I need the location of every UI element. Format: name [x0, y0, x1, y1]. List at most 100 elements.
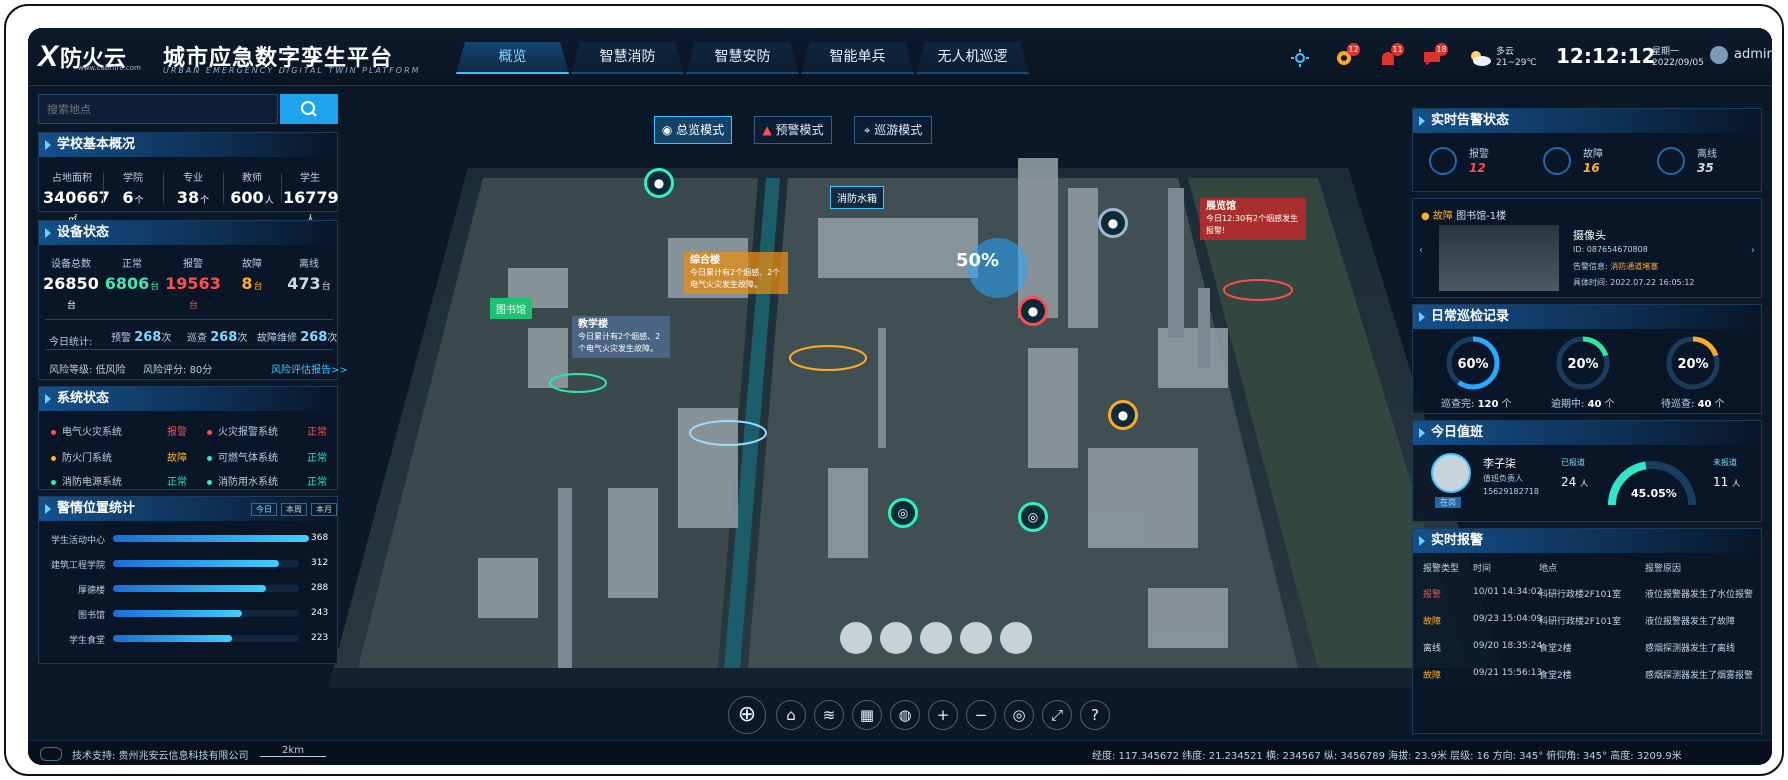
coordinates: 经度: 117.345672 纬度: 21.234521 横: 234567 纵…: [1092, 751, 1682, 762]
location-pin-icon: ⌖: [863, 123, 871, 137]
alarm-light-icon: ▲: [762, 123, 772, 137]
platform-title-en: URBAN EMERGENCY DIGITAL TWIN PLATFORM: [163, 66, 421, 75]
globe-icon[interactable]: ◍: [890, 700, 920, 730]
earth-icon[interactable]: ◎: [1004, 700, 1034, 730]
device-fault: 故障 8台: [241, 259, 263, 293]
nav-smart-fire[interactable]: 智慧消防: [571, 42, 684, 74]
nav-smart-soldier[interactable]: 智能单兵: [801, 42, 914, 74]
help-icon[interactable]: ?: [1080, 700, 1110, 730]
zoom-in-icon[interactable]: +: [928, 700, 958, 730]
exhibition-hall-card[interactable]: 展览馆今日12:30有2个烟感发生报警!: [1200, 198, 1306, 240]
mode-tour-button[interactable]: ⌖ 巡游模式: [854, 116, 932, 144]
duty-percent: 45.05%: [1631, 487, 1677, 500]
stat-teacher: 教师 600人: [225, 169, 279, 207]
bar-track: [113, 535, 309, 542]
tab-week[interactable]: 本周: [281, 503, 307, 516]
inspection-done: 巡查完: 120 个: [1441, 399, 1512, 410]
date: 2022/09/05: [1652, 58, 1704, 68]
bar-value: 368: [311, 533, 329, 543]
ring-percent: 20%: [1567, 357, 1598, 372]
alarm-cell-reason: 液位报警器发生了故障: [1645, 617, 1736, 627]
duty-name: 李子柒: [1483, 457, 1516, 470]
stat-value: 38: [176, 188, 200, 207]
compass-icon[interactable]: ⊕: [728, 696, 766, 734]
col-type: 报警类型: [1423, 564, 1460, 574]
eye-icon: ◉: [661, 123, 673, 137]
arrived-count: 24 人: [1561, 475, 1589, 489]
bar-value: 288: [311, 583, 329, 593]
water-tank-label[interactable]: 消防水箱: [830, 186, 884, 209]
nav-drone-patrol[interactable]: 无人机巡逻: [916, 42, 1029, 74]
system-item: 消防电源系统: [51, 473, 122, 488]
sun-settings-icon[interactable]: [1290, 48, 1310, 68]
nav-overview[interactable]: 概览: [456, 42, 569, 74]
zoom-out-icon[interactable]: −: [966, 700, 996, 730]
system-item: 火灾报警系统: [207, 423, 278, 438]
mode-warning-button[interactable]: ▲ 预警模式: [754, 116, 832, 144]
stat-unit: 人: [264, 196, 274, 206]
top-header: X 防火云 www.cabrfire.com 城市应急数字孪生平台 URBAN …: [28, 28, 1772, 86]
tab-today[interactable]: 今日: [251, 503, 277, 516]
nav-smart-security[interactable]: 智慧安防: [686, 42, 799, 74]
device-normal: 正常 6806台: [104, 259, 160, 293]
search-input[interactable]: [38, 94, 278, 124]
camera-snapshot[interactable]: [1439, 225, 1559, 291]
inspection-panel: 日常巡检记录 60% 20% 20% 巡查完: 120 个 逾期中: 40 个 待巡…: [1412, 304, 1762, 414]
exhibition-hall-note: 今日12:30有2个烟感发生报警!: [1206, 214, 1299, 235]
mode-label: 总览模式: [676, 123, 725, 137]
avatar[interactable]: [1710, 46, 1728, 64]
alarm-cell-time: 09/23 15:04:09: [1473, 614, 1543, 624]
alarm-cell-time: 10/01 14:34:02: [1473, 587, 1543, 597]
bar: [113, 610, 243, 617]
sensor-pin-icon[interactable]: ◎: [1018, 502, 1048, 532]
bar-category-label: 学生食堂: [68, 636, 105, 646]
complex-building-name: 综合楼: [690, 255, 720, 266]
home-icon[interactable]: ⌂: [776, 700, 806, 730]
user-name[interactable]: admin: [1734, 47, 1772, 62]
system-status-panel: 系统状态 电气火灾系统 报警 火灾报警系统 正常 防火门系统 故障 可燃气体系统…: [38, 386, 338, 490]
alarm-cell-place[interactable]: 科研行政楼2F101室: [1539, 587, 1621, 600]
message-alert-icon[interactable]: 18: [1422, 43, 1448, 68]
prev-chevron-icon[interactable]: ‹: [1419, 245, 1423, 256]
logo-mark: X: [38, 40, 59, 73]
search-button[interactable]: [280, 94, 338, 124]
next-chevron-icon[interactable]: ›: [1751, 245, 1755, 256]
system-item-status: 报警: [167, 427, 187, 438]
alarm-cell-place[interactable]: 食堂2楼: [1539, 668, 1572, 681]
inspection-rings: 60% 20% 20%: [1446, 336, 1720, 390]
sensor-pin-icon[interactable]: ◎: [888, 498, 918, 528]
ring-percent: 20%: [1677, 357, 1708, 372]
alarm-cell-place[interactable]: 科研行政楼2F101室: [1539, 614, 1621, 627]
camera-pin-icon[interactable]: ●: [1018, 296, 1048, 326]
duty-gauge: [1608, 461, 1696, 506]
camera-pin-icon[interactable]: ●: [1098, 208, 1128, 238]
camera-pin-icon[interactable]: ●: [1108, 400, 1138, 430]
risk-score: 风险评分: 80分: [143, 365, 213, 376]
alarm-cell-place[interactable]: 食堂2楼: [1539, 641, 1572, 654]
stat-major: 专业 38个: [165, 169, 221, 207]
siren-alert-icon[interactable]: 11: [1378, 43, 1404, 68]
fault-info: 告警信息: 消防通道堵塞: [1573, 262, 1659, 271]
duty-phone: 15629182718: [1483, 487, 1539, 496]
teaching-building-card[interactable]: 教学楼 今日累计有2个烟感、2个电气火灾发生故障。: [572, 316, 670, 358]
duty-tag: 在岗: [1435, 497, 1461, 508]
police-location-panel: 警情位置统计 今日 本周 本月 学生活动中心 368 建筑工程学院 312 厚德楼 288…: [38, 496, 338, 664]
tab-month[interactable]: 本月: [311, 503, 337, 516]
system-item-status: 正常: [307, 453, 327, 464]
camera-pin-icon[interactable]: ●: [644, 168, 674, 198]
teaching-building-note: 今日累计有2个烟感、2个电气火灾发生故障。: [578, 332, 661, 353]
fullscreen-icon[interactable]: ⤢: [1042, 700, 1072, 730]
stat-student: 学生16779人: [283, 169, 339, 226]
mode-overview-button[interactable]: ◉ 总览模式: [654, 116, 732, 144]
gear-alert-icon[interactable]: 12: [1334, 43, 1360, 68]
clock-time: 12:12:12: [1556, 44, 1656, 68]
layers-icon[interactable]: ≋: [814, 700, 844, 730]
library-label[interactable]: 图书馆: [490, 298, 532, 319]
risk-report-link[interactable]: 风险评估报告>>: [271, 361, 348, 376]
today-warn: 预警 268次: [111, 330, 172, 345]
absent-count: 11 人: [1713, 475, 1741, 489]
exhibition-hall-name: 展览馆: [1206, 201, 1236, 212]
complex-building-card[interactable]: 综合楼 今日累计有2个烟感、2个电气火灾发生故障。: [684, 252, 788, 294]
mode-label: 预警模式: [775, 123, 824, 137]
grid-icon[interactable]: ▦: [852, 700, 882, 730]
